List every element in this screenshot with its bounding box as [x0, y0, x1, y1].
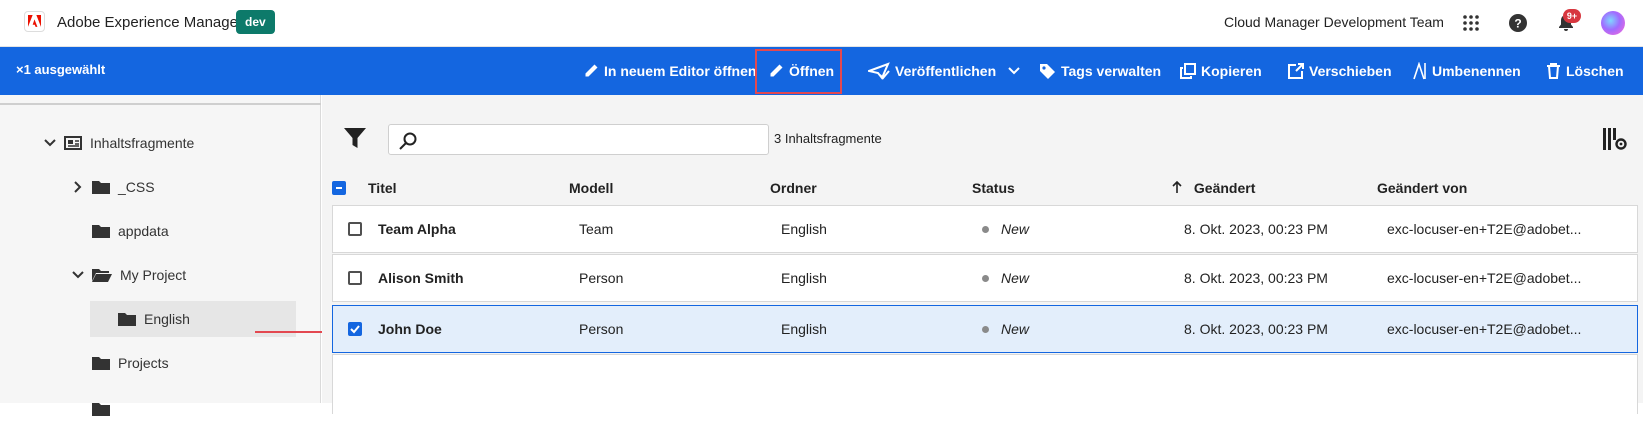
publish-button[interactable]: Veröffentlichen: [868, 47, 1025, 95]
org-switcher[interactable]: Cloud Manager Development Team: [1224, 14, 1444, 30]
folder-icon: [92, 224, 110, 238]
delete-button[interactable]: Löschen: [1546, 47, 1624, 95]
move-icon: [1288, 63, 1304, 79]
select-all-checkbox[interactable]: [332, 181, 346, 195]
publish-icon: [868, 62, 890, 80]
rename-button[interactable]: Umbenennen: [1411, 47, 1521, 95]
copy-button[interactable]: Kopieren: [1180, 47, 1262, 95]
table-row-selected[interactable]: John Doe Person English New 8. Okt. 2023…: [332, 305, 1638, 353]
app-title[interactable]: Adobe Experience Manager: [57, 14, 243, 31]
folder-icon: [92, 180, 110, 194]
column-header-model[interactable]: Modell: [569, 180, 613, 196]
row-folder: English: [781, 221, 827, 237]
apps-grid-icon[interactable]: [1460, 12, 1482, 34]
table-header: Titel Modell Ordner Status Geändert Geän…: [332, 171, 1643, 205]
tree-item-projects[interactable]: Projects: [92, 345, 169, 381]
row-folder: English: [781, 321, 827, 337]
tag-icon: [1040, 63, 1055, 79]
row-checkbox[interactable]: [348, 322, 362, 336]
row-title[interactable]: Team Alpha: [378, 221, 456, 237]
avatar[interactable]: [1601, 11, 1625, 35]
tree-item-partial: [92, 391, 118, 427]
help-icon[interactable]: ?: [1507, 12, 1529, 34]
open-button-highlight: [755, 49, 842, 94]
column-header-modified-by[interactable]: Geändert von: [1377, 180, 1467, 196]
row-modified: 8. Okt. 2023, 00:23 PM: [1184, 270, 1328, 286]
folder-icon: [118, 312, 136, 326]
folder-icon: [92, 402, 110, 416]
svg-text:?: ?: [1514, 17, 1521, 31]
tree-item-appdata[interactable]: appdata: [92, 213, 169, 249]
table-row[interactable]: Team Alpha Team English New 8. Okt. 2023…: [332, 205, 1638, 253]
filter-icon[interactable]: [344, 127, 366, 154]
table-empty-area: [332, 354, 1638, 414]
column-header-folder[interactable]: Ordner: [770, 180, 817, 196]
column-header-status[interactable]: Status: [972, 180, 1015, 196]
table-row[interactable]: Alison Smith Person English New 8. Okt. …: [332, 254, 1638, 302]
content-area: 3 Inhaltsfragmente Titel Modell Ordner S…: [322, 95, 1643, 414]
manage-tags-button[interactable]: Tags verwalten: [1039, 47, 1161, 95]
status-dot: [982, 326, 989, 333]
row-title[interactable]: John Doe: [378, 321, 442, 337]
result-count: 3 Inhaltsfragmente: [774, 131, 882, 146]
shell-bar: Adobe Experience Manager dev Cloud Manag…: [0, 0, 1643, 47]
copy-icon: [1180, 63, 1196, 79]
row-model: Person: [579, 321, 624, 337]
pencil-icon: [585, 64, 598, 77]
column-header-title[interactable]: Titel: [368, 180, 397, 196]
row-modified-by: exc-locuser-en+T2E@adobet...: [1387, 270, 1582, 286]
row-modified-by: exc-locuser-en+T2E@adobet...: [1387, 321, 1582, 337]
folder-open-icon: [92, 268, 112, 282]
row-model: Person: [579, 270, 624, 286]
trash-icon: [1547, 63, 1560, 79]
row-title[interactable]: Alison Smith: [378, 270, 464, 286]
column-header-modified[interactable]: Geändert: [1172, 180, 1255, 196]
selection-action-bar: ×1 ausgewählt In neuem Editor öffnen Öff…: [0, 47, 1643, 95]
status-badge: New: [1001, 221, 1030, 237]
row-checkbox[interactable]: [348, 271, 362, 285]
row-modified: 8. Okt. 2023, 00:23 PM: [1184, 321, 1328, 337]
selection-count[interactable]: ×1 ausgewählt: [16, 62, 105, 77]
tree-item-css[interactable]: _CSS: [70, 169, 155, 205]
rename-icon: [1413, 62, 1426, 80]
row-model: Team: [579, 221, 614, 237]
search-input[interactable]: [388, 124, 769, 155]
chevron-down-icon[interactable]: [1008, 67, 1020, 75]
tree-item-my-project[interactable]: My Project: [70, 257, 186, 293]
chevron-down-icon[interactable]: [70, 271, 86, 279]
adobe-logo-icon[interactable]: [24, 11, 45, 32]
search-icon: [399, 132, 417, 150]
folder-tree: Inhaltsfragmente _CSS appdata My Project…: [0, 95, 321, 416]
status-badge: New: [1001, 270, 1030, 286]
sort-ascending-icon: [1172, 180, 1186, 196]
chevron-right-icon[interactable]: [70, 181, 86, 193]
row-modified: 8. Okt. 2023, 00:23 PM: [1184, 221, 1328, 237]
folder-icon: [92, 356, 110, 370]
close-selection-icon[interactable]: ×: [16, 62, 24, 77]
view-settings-icon[interactable]: [1603, 128, 1627, 155]
open-in-new-editor-button[interactable]: In neuem Editor öffnen: [583, 47, 756, 95]
tree-item-english[interactable]: English: [118, 301, 190, 337]
row-checkbox[interactable]: [348, 222, 362, 236]
content-fragments-icon: [64, 136, 82, 150]
status-dot: [982, 226, 989, 233]
notification-badge: 9+: [1563, 9, 1581, 23]
chevron-down-icon[interactable]: [42, 139, 58, 147]
row-modified-by: exc-locuser-en+T2E@adobet...: [1387, 221, 1582, 237]
environment-badge: dev: [236, 10, 275, 34]
move-button[interactable]: Verschieben: [1288, 47, 1392, 95]
tree-item-inhaltsfragmente[interactable]: Inhaltsfragmente: [42, 125, 194, 161]
status-badge: New: [1001, 321, 1030, 337]
status-dot: [982, 275, 989, 282]
row-folder: English: [781, 270, 827, 286]
